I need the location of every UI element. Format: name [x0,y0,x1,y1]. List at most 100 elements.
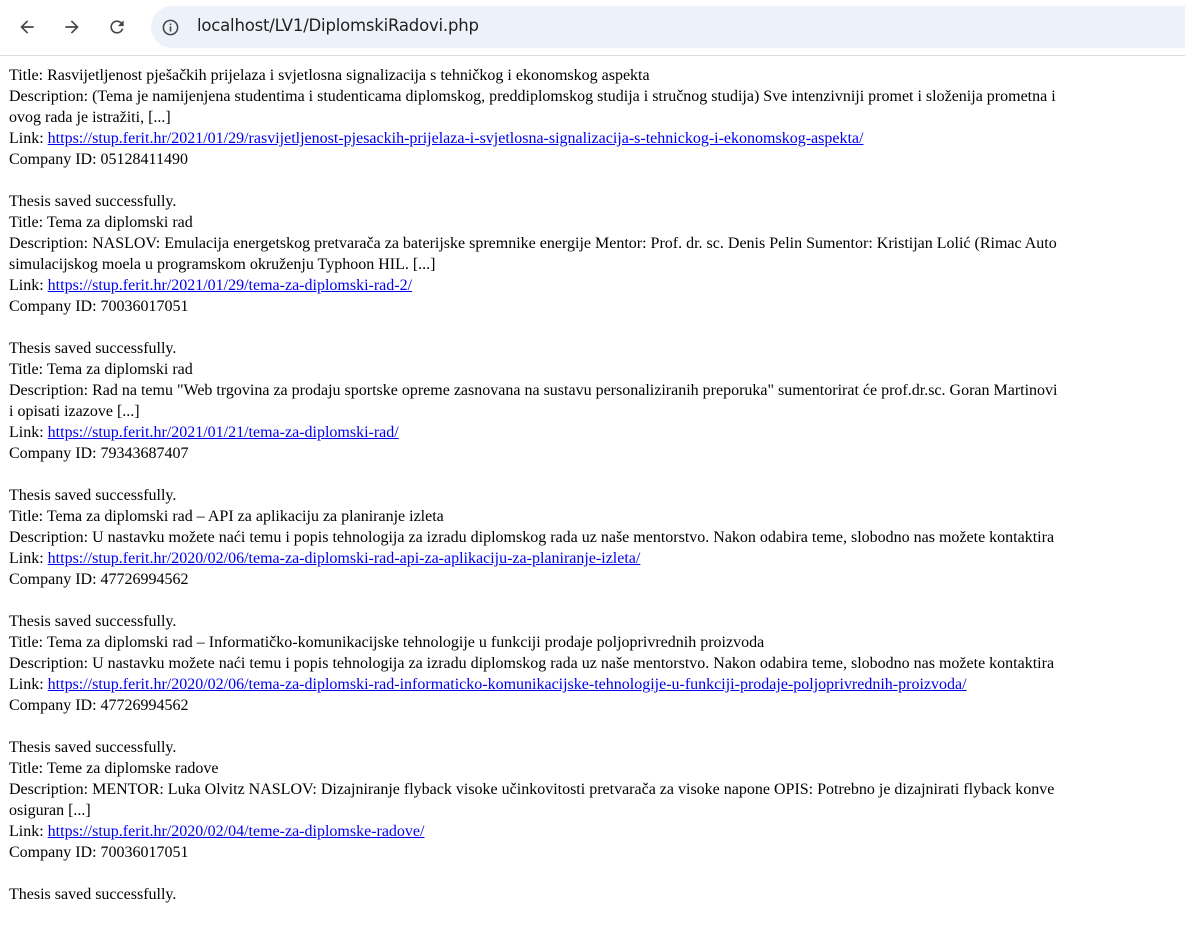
link-label: Link: [9,823,44,840]
thesis-entry: Title: Tema za diplomski rad Description:… [9,359,1185,506]
thesis-description: U nastavku možete naći temu i popis tehn… [92,655,1055,672]
thesis-title-line: Title: Rasvijetljenost pješačkih prijela… [9,65,1185,86]
thesis-link[interactable]: https://stup.ferit.hr/2020/02/06/tema-za… [48,550,641,567]
thesis-entry: Title: Tema za diplomski rad – Informati… [9,632,1185,758]
thesis-link-line: Link: https://stup.ferit.hr/2020/02/06/t… [9,548,1185,569]
thesis-entry: Title: Teme za diplomske radove Descripti… [9,758,1185,905]
thesis-link-line: Link: https://stup.ferit.hr/2021/01/21/t… [9,422,1185,443]
thesis-link[interactable]: https://stup.ferit.hr/2021/01/21/tema-za… [48,424,399,441]
reload-icon [110,20,124,34]
company-label: Company ID: [9,571,97,588]
thesis-title-line: Title: Tema za diplomski rad – API za ap… [9,506,1185,527]
thesis-description-continued: osiguran [...] [9,802,91,819]
thesis-title-line: Title: Tema za diplomski rad [9,359,1185,380]
thesis-company-line: Company ID: 79343687407 [9,443,1185,464]
thesis-description-continued: ovog rada je istražiti, [...] [9,109,171,126]
thesis-description: U nastavku možete naći temu i popis tehn… [92,529,1055,546]
description-label: Description: [9,529,89,546]
save-status-message: Thesis saved successfully. [9,739,177,756]
thesis-company-line: Company ID: 47726994562 [9,569,1185,590]
description-label: Description: [9,382,89,399]
thesis-title: Tema za diplomski rad [46,361,193,378]
thesis-entry: Title: Tema za diplomski rad – API za ap… [9,506,1185,632]
thesis-description: (Tema je namijenjena studentima i studen… [92,88,1056,105]
forward-button[interactable] [55,10,89,44]
url-text[interactable]: localhost/LV1/DiplomskiRadovi.php [197,16,479,35]
thesis-company-line: Company ID: 05128411490 [9,149,1185,170]
thesis-entry: Title: Rasvijetljenost pješačkih prijela… [9,65,1185,212]
thesis-title: Teme za diplomske radove [46,760,219,777]
reload-button[interactable] [100,10,134,44]
browser-toolbar: localhost/LV1/DiplomskiRadovi.php [0,0,1185,56]
thesis-company-line: Company ID: 47726994562 [9,695,1185,716]
page-content: Title: Rasvijetljenost pješačkih prijela… [9,65,1185,905]
company-id: 05128411490 [100,151,188,168]
arrow-back-icon [20,20,34,34]
thesis-description: MENTOR: Luka Olvitz NASLOV: Dizajniranje… [92,781,1055,798]
save-status-message: Thesis saved successfully. [9,193,177,210]
save-status-message: Thesis saved successfully. [9,613,177,630]
save-status-message: Thesis saved successfully. [9,886,177,903]
thesis-description-line: Description: U nastavku možete naći temu… [9,527,1185,548]
link-label: Link: [9,676,44,693]
thesis-description-line: Description: U nastavku možete naći temu… [9,653,1185,674]
thesis-title: Tema za diplomski rad – API za aplikacij… [46,508,444,525]
thesis-link[interactable]: https://stup.ferit.hr/2020/02/04/teme-za… [48,823,425,840]
thesis-description-line: Description: NASLOV: Emulacija energetsk… [9,233,1185,254]
thesis-description: Rad na temu "Web trgovina za prodaju spo… [92,382,1058,399]
company-label: Company ID: [9,298,97,315]
title-label: Title: [9,361,44,378]
thesis-description-line: Description: MENTOR: Luka Olvitz NASLOV:… [9,779,1185,800]
company-id: 79343687407 [100,445,189,462]
thesis-link-line: Link: https://stup.ferit.hr/2021/01/29/t… [9,275,1185,296]
thesis-title-line: Title: Teme za diplomske radove [9,758,1185,779]
title-label: Title: [9,508,44,525]
site-info-button[interactable] [160,17,180,37]
thesis-company-line: Company ID: 70036017051 [9,842,1185,863]
company-id: 70036017051 [100,844,189,861]
thesis-title-line: Title: Tema za diplomski rad [9,212,1185,233]
link-label: Link: [9,130,44,147]
thesis-description: NASLOV: Emulacija energetskog pretvarača… [92,235,1057,252]
title-label: Title: [9,67,44,84]
thesis-link[interactable]: https://stup.ferit.hr/2021/01/29/tema-za… [48,277,412,294]
thesis-entry: Title: Tema za diplomski rad Description:… [9,212,1185,359]
description-label: Description: [9,235,89,252]
thesis-link-line: Link: https://stup.ferit.hr/2020/02/04/t… [9,821,1185,842]
company-id: 47726994562 [100,571,189,588]
company-id: 70036017051 [100,298,189,315]
save-status-message: Thesis saved successfully. [9,487,177,504]
description-label: Description: [9,88,89,105]
title-label: Title: [9,760,44,777]
thesis-link[interactable]: https://stup.ferit.hr/2020/02/06/tema-za… [48,676,967,693]
back-button[interactable] [10,10,44,44]
thesis-description-line: Description: Rad na temu "Web trgovina z… [9,380,1185,401]
link-label: Link: [9,550,44,567]
thesis-description-continued: i opisati izazove [...] [9,403,140,420]
company-label: Company ID: [9,844,97,861]
thesis-title-line: Title: Tema za diplomski rad – Informati… [9,632,1185,653]
thesis-title: Tema za diplomski rad [46,214,193,231]
thesis-title: Tema za diplomski rad – Informatičko-kom… [46,634,765,651]
company-id: 47726994562 [100,697,189,714]
info-circle-icon [162,19,178,35]
thesis-link-line: Link: https://stup.ferit.hr/2021/01/29/r… [9,128,1185,149]
thesis-link[interactable]: https://stup.ferit.hr/2021/01/29/rasvije… [48,130,864,147]
title-label: Title: [9,634,44,651]
address-bar[interactable]: localhost/LV1/DiplomskiRadovi.php [151,6,1185,48]
thesis-link-line: Link: https://stup.ferit.hr/2020/02/06/t… [9,674,1185,695]
title-label: Title: [9,214,44,231]
arrow-forward-icon [65,20,79,34]
thesis-description-line: Description: (Tema je namijenjena studen… [9,86,1185,107]
company-label: Company ID: [9,151,97,168]
description-label: Description: [9,655,89,672]
link-label: Link: [9,277,44,294]
thesis-title: Rasvijetljenost pješačkih prijelaza i sv… [47,67,650,84]
thesis-company-line: Company ID: 70036017051 [9,296,1185,317]
